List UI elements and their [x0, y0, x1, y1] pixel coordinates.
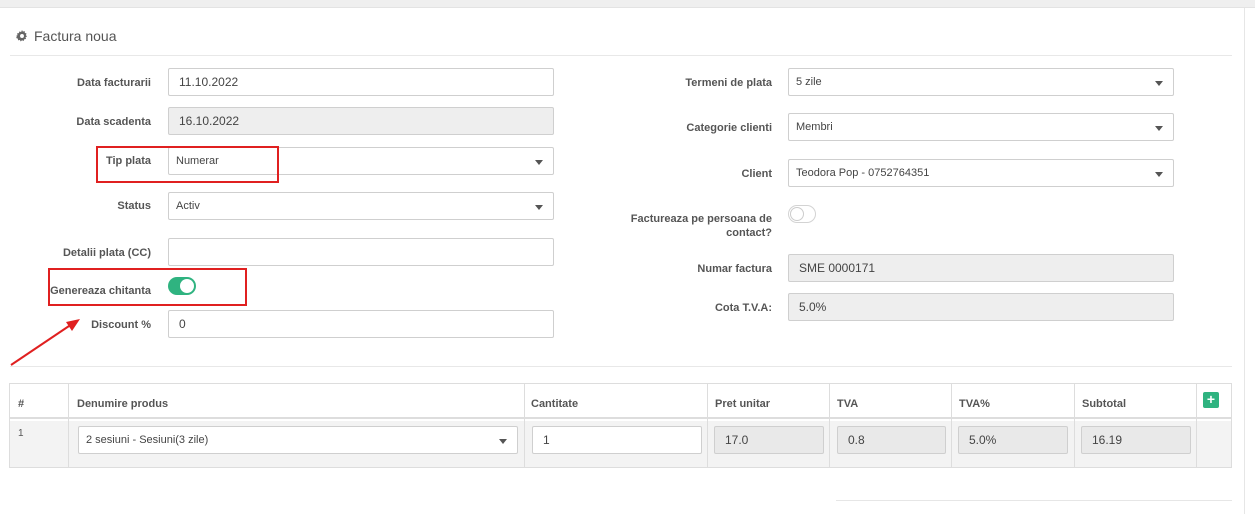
highlight-box-payment-type	[96, 146, 279, 183]
invoice-date-input[interactable]: 11.10.2022	[168, 68, 554, 96]
product-select[interactable]: 2 sesiuni - Sesiuni(3 zile)	[78, 426, 518, 454]
divider	[10, 55, 1232, 56]
highlight-box-generate-receipt	[48, 268, 247, 306]
invoice-contact-toggle[interactable]	[788, 205, 816, 223]
gear-icon	[16, 30, 28, 42]
panel-title-text: Factura noua	[34, 28, 117, 44]
invoice-date-label: Data facturarii	[77, 77, 151, 89]
invoice-contact-label-line1: Factureaza pe persoana de	[630, 213, 772, 225]
payment-terms-label: Termeni de plata	[685, 77, 772, 89]
unit-price-field: 17.0	[714, 426, 824, 454]
due-date-value: 16.10.2022	[179, 114, 240, 128]
toggle-knob	[790, 207, 804, 221]
vat-pct-field: 5.0%	[958, 426, 1068, 454]
divider	[836, 500, 1232, 501]
header-vat-pct: TVA%	[959, 398, 990, 410]
status-select[interactable]: Activ	[168, 192, 554, 220]
payment-details-label: Detalii plata (CC)	[62, 247, 151, 259]
client-category-label: Categorie clienti	[686, 122, 772, 134]
invoice-number-input: SME 0000171	[788, 254, 1174, 282]
payment-details-input[interactable]	[168, 238, 554, 266]
client-value: Teodora Pop - 0752764351	[796, 167, 930, 179]
invoice-number-value: SME 0000171	[799, 261, 876, 275]
red-arrow	[10, 319, 80, 366]
quantity-input[interactable]: 1	[532, 426, 702, 454]
products-table: # Denumire produs Cantitate Pret unitar …	[9, 383, 1232, 468]
chevron-down-icon	[499, 439, 507, 444]
add-row-button[interactable]: +	[1203, 392, 1219, 408]
due-date-label: Data scadenta	[76, 116, 151, 128]
invoice-date-value: 11.10.2022	[179, 75, 239, 89]
invoice-contact-label-line2: contact?	[726, 227, 772, 239]
due-date-input: 16.10.2022	[168, 107, 554, 135]
panel-title: Factura noua	[16, 28, 117, 44]
column-divider	[524, 384, 525, 467]
header-vat: TVA	[837, 398, 859, 410]
vat-rate-input: 5.0%	[788, 293, 1174, 321]
vat-field: 0.8	[837, 426, 946, 454]
chevron-down-icon	[1155, 126, 1163, 131]
vat-rate-label: Cota T.V.A:	[714, 302, 772, 314]
column-divider	[707, 384, 708, 467]
header-quantity: Cantitate	[531, 398, 579, 410]
chevron-down-icon	[1155, 172, 1163, 177]
chevron-down-icon	[1155, 81, 1163, 86]
status-value: Activ	[176, 200, 200, 212]
header-unit-price: Pret unitar	[715, 398, 771, 410]
header-index: #	[18, 398, 25, 410]
subtotal-value: 16.19	[1092, 433, 1123, 447]
invoice-number-label: Numar factura	[697, 263, 772, 275]
table-header: # Denumire produs Cantitate Pret unitar …	[10, 384, 1231, 419]
header-subtotal: Subtotal	[1082, 398, 1126, 410]
payment-terms-select[interactable]: 5 zile	[788, 68, 1174, 96]
vat-value: 0.8	[848, 433, 865, 447]
unit-price-value: 17.0	[725, 433, 749, 447]
discount-value: 0	[179, 317, 186, 331]
column-divider	[951, 384, 952, 467]
product-value: 2 sesiuni - Sesiuni(3 zile)	[86, 434, 209, 446]
status-label: Status	[117, 200, 151, 212]
invoice-contact-label: Factureaza pe persoana de contact?	[610, 212, 772, 240]
panel-right-border	[1244, 8, 1245, 514]
client-select[interactable]: Teodora Pop - 0752764351	[788, 159, 1174, 187]
column-divider	[1074, 384, 1075, 467]
column-divider	[829, 384, 830, 467]
client-label: Client	[741, 168, 772, 180]
client-category-value: Membri	[796, 121, 833, 133]
column-divider	[68, 384, 69, 467]
table-row: 1 2 sesiuni - Sesiuni(3 zile) 1 17.0 0.8…	[10, 421, 1231, 467]
subtotal-field: 16.19	[1081, 426, 1191, 454]
chevron-down-icon	[535, 205, 543, 210]
column-divider	[1196, 384, 1197, 467]
top-bar	[0, 0, 1255, 8]
payment-terms-value: 5 zile	[796, 76, 822, 88]
vat-pct-value: 5.0%	[969, 433, 997, 447]
client-category-select[interactable]: Membri	[788, 113, 1174, 141]
discount-input[interactable]: 0	[168, 310, 554, 338]
chevron-down-icon	[535, 160, 543, 165]
vat-rate-value: 5.0%	[799, 300, 827, 314]
row-index: 1	[18, 428, 24, 439]
divider	[10, 366, 1232, 367]
quantity-value: 1	[543, 433, 550, 447]
header-product: Denumire produs	[77, 398, 169, 410]
